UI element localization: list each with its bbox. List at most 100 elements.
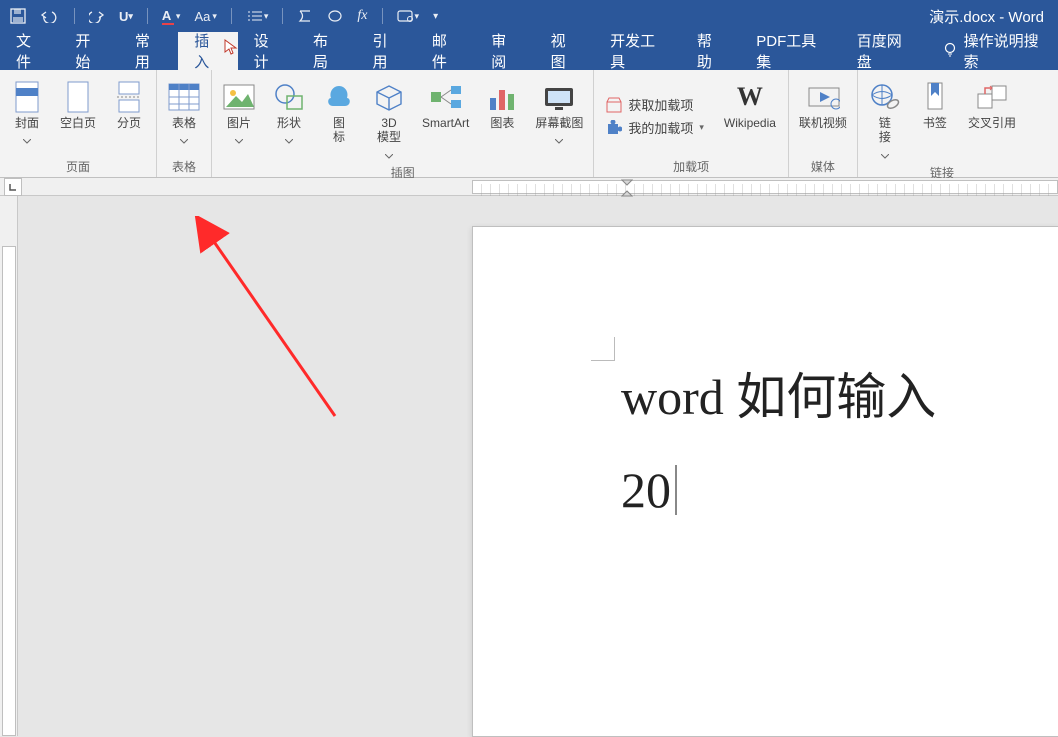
document-body-text[interactable]: 20 (621, 461, 677, 519)
margin-corner-mark (591, 337, 615, 361)
text-content: 20 (621, 461, 671, 519)
online-video-button[interactable]: 联机视频 (795, 76, 851, 156)
oval-icon[interactable] (327, 9, 343, 23)
tab-references[interactable]: 引用 (356, 32, 415, 70)
chevron-down-icon (23, 132, 31, 147)
tab-file[interactable]: 文件 (0, 32, 59, 70)
tab-pdftools[interactable]: PDF工具集 (740, 32, 841, 70)
screen-clip-icon[interactable]: ▾ (397, 9, 420, 23)
separator (382, 8, 383, 24)
cross-reference-button[interactable]: 交叉引用 (964, 76, 1020, 162)
label: 屏幕截图 (535, 116, 583, 130)
window-title: 演示.docx - Word (929, 6, 1044, 27)
wikipedia-button[interactable]: W Wikipedia (718, 76, 782, 156)
screenshot-icon (542, 80, 576, 114)
tab-baidudisk[interactable]: 百度网盘 (841, 32, 928, 70)
underline-icon[interactable]: U▾ (119, 9, 133, 24)
chart-button[interactable]: 图表 (481, 76, 523, 162)
pictures-icon (222, 80, 256, 114)
screenshot-button[interactable]: 屏幕截图 (531, 76, 587, 162)
label: 表格 (172, 116, 196, 130)
cover-page-button[interactable]: 封面 (6, 76, 48, 156)
ruler-active-area (472, 180, 1058, 194)
tab-layout[interactable]: 布局 (297, 32, 356, 70)
group-label: 表格 (172, 156, 196, 175)
group-tables: 表格 表格 (157, 70, 212, 177)
tab-insert-label: 插入 (194, 30, 221, 72)
label: 封面 (15, 116, 39, 130)
group-addins: 获取加载项 我的加载项 ▾ W Wikipedia 加载项 (594, 70, 789, 177)
document-heading-text[interactable]: word 如何输入 (621, 357, 936, 429)
label: 链接 (879, 116, 891, 145)
tab-help[interactable]: 帮助 (681, 32, 740, 70)
3d-models-button[interactable]: 3D模型 (368, 76, 410, 162)
bookmark-button[interactable]: 书签 (914, 76, 956, 162)
label: 空白页 (60, 116, 96, 130)
shapes-button[interactable]: 形状 (268, 76, 310, 162)
group-media: 联机视频 媒体 (789, 70, 858, 177)
separator (282, 8, 283, 24)
indent-marker-icon[interactable] (621, 179, 633, 200)
vertical-ruler[interactable] (0, 196, 18, 736)
pictures-button[interactable]: 图片 (218, 76, 260, 162)
customize-qat-icon[interactable]: ▾ (433, 11, 438, 22)
separator (74, 8, 75, 24)
icons-button[interactable]: 图标 (318, 76, 360, 162)
tab-developer[interactable]: 开发工具 (594, 32, 681, 70)
shapes-icon (272, 80, 306, 114)
table-icon (167, 80, 201, 114)
tab-review[interactable]: 审阅 (475, 32, 534, 70)
font-color-icon[interactable]: A▾ (162, 8, 181, 25)
tab-view[interactable]: 视图 (535, 32, 594, 70)
group-label: 加载项 (673, 156, 709, 175)
title-bar: U▾ A▾ Aa▾ ▾ fx ▾ ▾ 演示.docx - Word (0, 0, 1058, 32)
ribbon-tabs: 文件 开始 常用 插入 设计 布局 引用 邮件 审阅 视图 开发工具 帮助 PD… (0, 32, 1058, 70)
label: 形状 (277, 116, 301, 130)
cross-ref-icon (975, 80, 1009, 114)
tab-mailings[interactable]: 邮件 (416, 32, 475, 70)
page-break-button[interactable]: 分页 (108, 76, 150, 156)
smartart-button[interactable]: SmartArt (418, 76, 473, 162)
label: 我的加载项 (628, 118, 693, 137)
chevron-down-icon (235, 132, 243, 147)
blank-page-button[interactable]: 空白页 (56, 76, 100, 156)
text-cursor (675, 465, 677, 515)
tab-insert[interactable]: 插入 (178, 32, 237, 70)
horizontal-ruler[interactable] (0, 178, 1058, 196)
get-addins-button[interactable]: 获取加载项 (606, 95, 704, 114)
group-links: 链接 书签 交叉引用 链接 (858, 70, 1026, 177)
ribbon-insert: 封面 空白页 分页 页面 表格 表格 (0, 70, 1058, 178)
blank-page-icon (61, 80, 95, 114)
label: SmartArt (422, 116, 469, 130)
bookmark-icon (918, 80, 952, 114)
redo-icon[interactable] (89, 9, 105, 23)
save-icon[interactable] (10, 8, 26, 24)
hyperlink-button[interactable]: 链接 (864, 76, 906, 162)
chevron-down-icon (555, 132, 563, 147)
tab-design[interactable]: 设计 (238, 32, 297, 70)
my-addins-button[interactable]: 我的加载项 ▾ (606, 118, 704, 137)
tab-selector[interactable] (4, 178, 22, 196)
symbol-icon[interactable] (297, 9, 313, 23)
document-page[interactable]: word 如何输入 20 (472, 226, 1058, 737)
fx-icon[interactable]: fx (357, 8, 367, 24)
lightbulb-icon (942, 41, 958, 61)
list-icon[interactable]: ▾ (246, 9, 269, 23)
label: 图片 (227, 116, 251, 130)
label: 图表 (490, 116, 514, 130)
tab-commonuse[interactable]: 常用 (119, 32, 178, 70)
undo-icon[interactable] (40, 9, 60, 23)
wikipedia-icon: W (733, 80, 767, 114)
change-case-icon[interactable]: Aa▾ (194, 9, 216, 24)
video-icon (806, 80, 840, 114)
separator (231, 8, 232, 24)
label: 联机视频 (799, 116, 847, 130)
chevron-down-icon (385, 147, 393, 162)
label: 分页 (117, 116, 141, 130)
group-illustrations: 图片 形状 图标 3D模型 SmartArt (212, 70, 594, 177)
link-icon (868, 80, 902, 114)
tab-home[interactable]: 开始 (59, 32, 118, 70)
tell-me-search[interactable]: 操作说明搜索 (928, 32, 1058, 70)
label: 获取加载项 (628, 95, 693, 114)
table-button[interactable]: 表格 (163, 76, 205, 156)
